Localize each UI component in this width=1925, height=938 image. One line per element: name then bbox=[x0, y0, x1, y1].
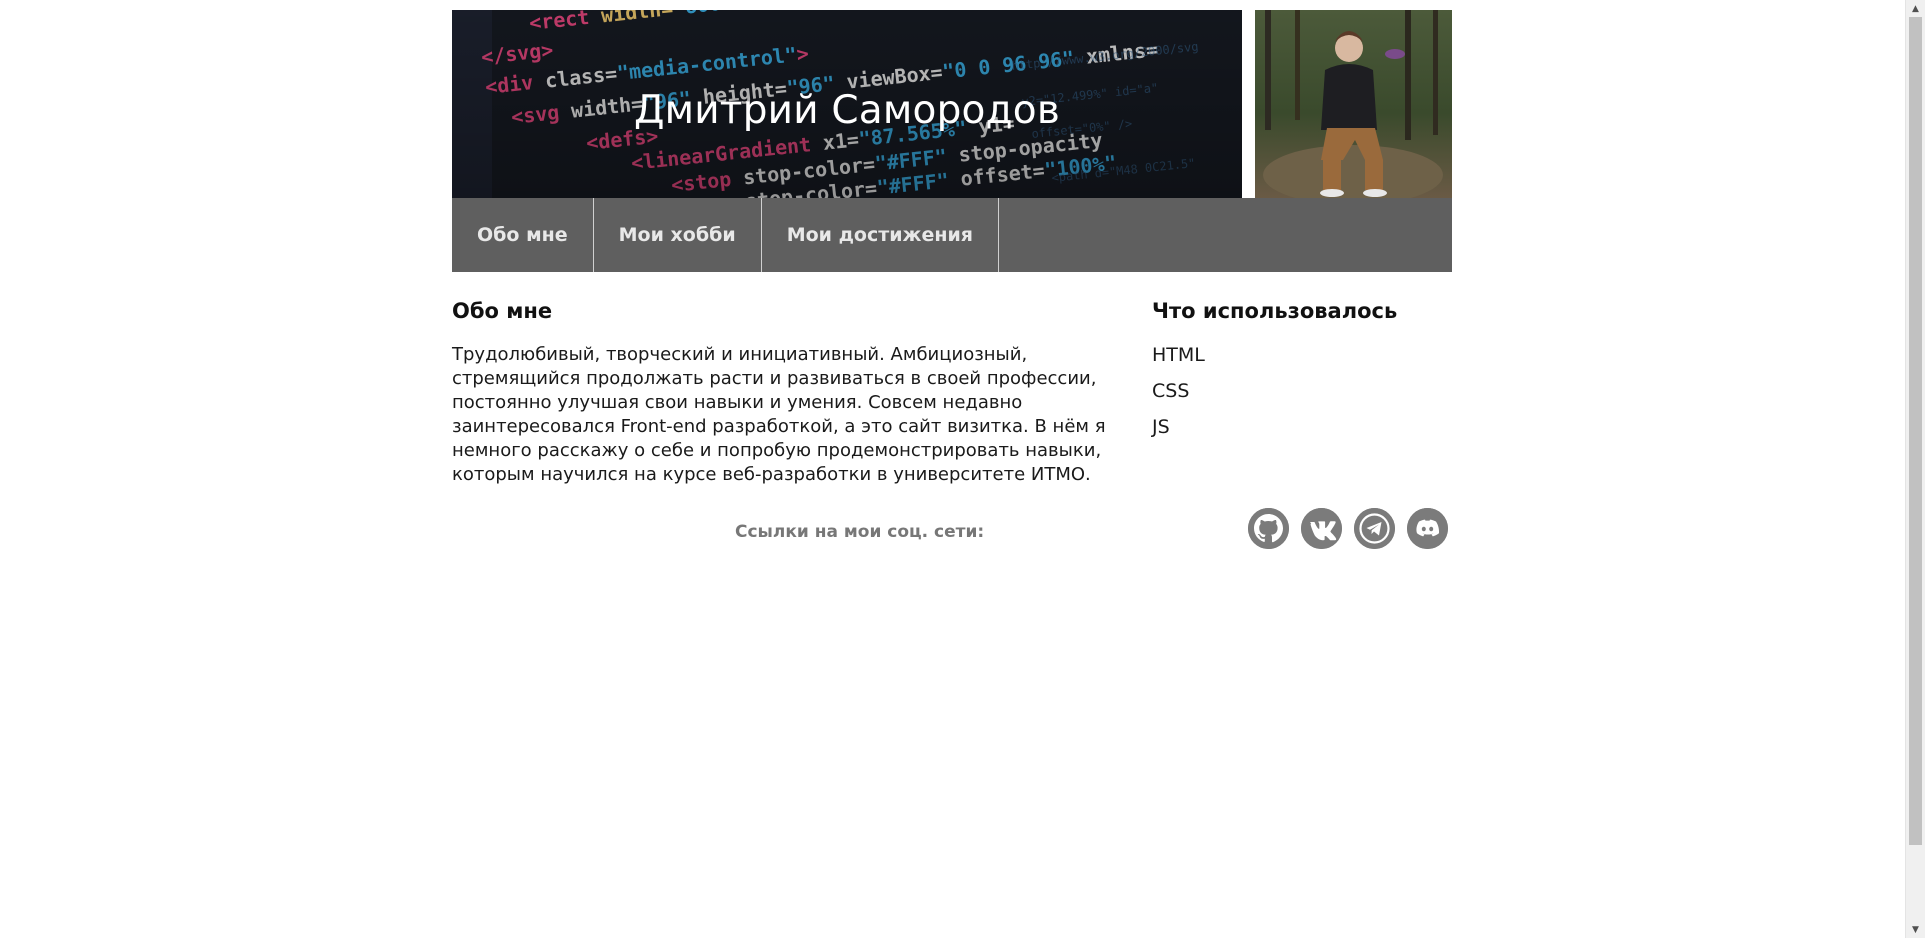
page: <rect width="800" height="450" rx="8" fi… bbox=[0, 0, 1925, 938]
discord-icon bbox=[1407, 508, 1448, 549]
used-list: HTML CSS JS bbox=[1152, 343, 1452, 439]
profile-photo-image bbox=[1255, 10, 1452, 198]
used-heading: Что использовалось bbox=[1152, 299, 1398, 323]
social-links-label: Ссылки на мои соц. сети: bbox=[735, 522, 985, 542]
main-container: <rect width="800" height="450" rx="8" fi… bbox=[452, 10, 1452, 487]
github-icon bbox=[1248, 508, 1289, 549]
header-row: <rect width="800" height="450" rx="8" fi… bbox=[452, 10, 1452, 198]
page-scrollbar[interactable]: ▲ ▼ bbox=[1905, 0, 1925, 938]
used-section: Что использовалось HTML CSS JS bbox=[1152, 296, 1452, 487]
used-item-js: JS bbox=[1152, 416, 1170, 438]
page-title: Дмитрий Самородов bbox=[633, 88, 1061, 133]
profile-photo bbox=[1255, 10, 1452, 198]
about-heading: Обо мне bbox=[452, 299, 553, 323]
nav-item-achievements[interactable]: Мои достижения bbox=[762, 198, 999, 272]
about-section: Обо мне Трудолюбивый, творческий и иници… bbox=[452, 296, 1112, 487]
footer: Ссылки на мои соц. сети: bbox=[452, 508, 1452, 552]
vk-icon bbox=[1301, 508, 1342, 549]
nav-item-about[interactable]: Обо мне bbox=[452, 198, 594, 272]
scroll-up-arrow-icon[interactable]: ▲ bbox=[1906, 0, 1925, 17]
content: Обо мне Трудолюбивый, творческий и иници… bbox=[452, 296, 1452, 487]
vk-link[interactable] bbox=[1301, 508, 1342, 549]
used-item-html: HTML bbox=[1152, 344, 1205, 366]
github-link[interactable] bbox=[1248, 508, 1289, 549]
scroll-thumb[interactable] bbox=[1909, 17, 1922, 845]
telegram-icon bbox=[1354, 508, 1395, 549]
header-banner: <rect width="800" height="450" rx="8" fi… bbox=[452, 10, 1242, 198]
used-item-css: CSS bbox=[1152, 380, 1190, 402]
about-text: Трудолюбивый, творческий и инициативный.… bbox=[452, 344, 1106, 485]
discord-link[interactable] bbox=[1407, 508, 1448, 549]
nav-item-hobbies[interactable]: Мои хобби bbox=[594, 198, 762, 272]
social-links bbox=[1248, 508, 1448, 549]
main-nav: Обо мне Мои хобби Мои достижения bbox=[452, 198, 1452, 272]
scroll-down-arrow-icon[interactable]: ▼ bbox=[1906, 921, 1925, 938]
telegram-link[interactable] bbox=[1354, 508, 1395, 549]
